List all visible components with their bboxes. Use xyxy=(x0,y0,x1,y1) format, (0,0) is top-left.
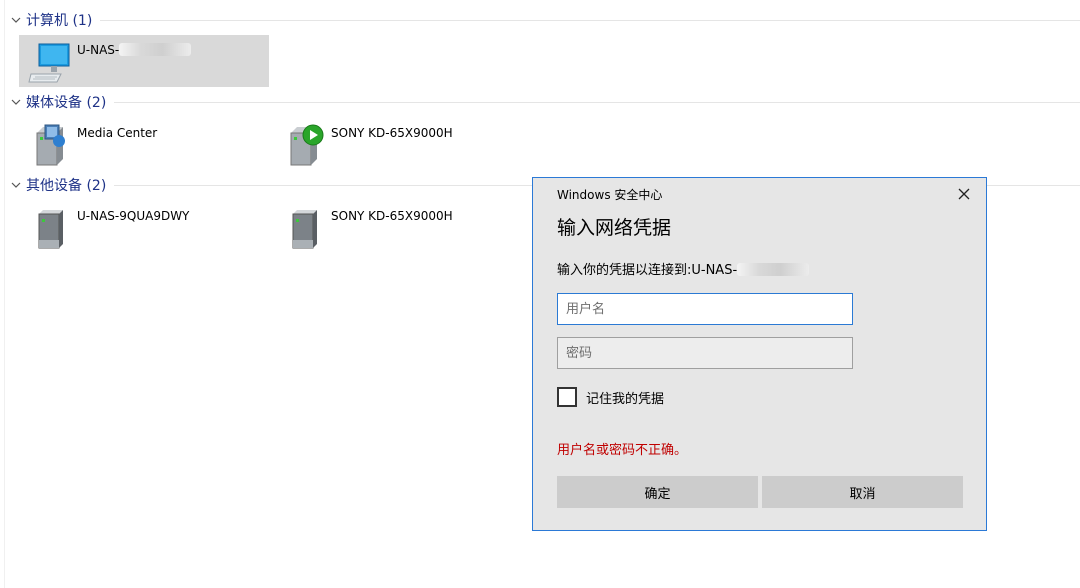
close-icon[interactable] xyxy=(954,184,974,204)
group-title: 媒体设备 (2) xyxy=(26,95,107,111)
dialog-prompt: 输入你的凭据以连接到:U-NAS- xyxy=(557,259,810,278)
password-input[interactable] xyxy=(557,337,853,369)
device-item-media-center[interactable]: Media Center xyxy=(19,118,269,170)
window-left-edge xyxy=(0,0,5,588)
device-label: U-NAS- xyxy=(77,43,192,57)
redacted-text xyxy=(119,43,192,56)
group-header-computers[interactable]: 计算机 (1) xyxy=(10,10,1080,30)
device-item-computer[interactable]: U-NAS- xyxy=(19,35,269,87)
device-item-sony-tv-other[interactable]: SONY KD-65X9000H xyxy=(273,201,523,253)
media-renderer-play-icon xyxy=(290,124,324,166)
device-label: SONY KD-65X9000H xyxy=(331,209,453,223)
cancel-button[interactable]: 取消 xyxy=(762,476,963,508)
group-divider xyxy=(114,102,1080,103)
ok-button[interactable]: 确定 xyxy=(557,476,758,508)
device-label: Media Center xyxy=(77,126,158,140)
chevron-down-icon[interactable] xyxy=(10,179,22,191)
remember-credentials-checkbox[interactable] xyxy=(557,387,577,407)
redacted-text xyxy=(737,263,810,276)
username-input[interactable] xyxy=(557,293,853,325)
device-item-sony-tv-media[interactable]: SONY KD-65X9000H xyxy=(273,118,523,170)
network-device-icon xyxy=(38,210,63,249)
error-message: 用户名或密码不正确。 xyxy=(557,443,688,458)
group-title: 计算机 (1) xyxy=(26,13,93,29)
dialog-caption: Windows 安全中心 xyxy=(557,188,663,202)
dialog-heading: 输入网络凭据 xyxy=(557,217,672,239)
computer-monitor-icon xyxy=(28,43,70,83)
device-label: SONY KD-65X9000H xyxy=(331,126,453,140)
group-divider xyxy=(100,20,1080,21)
network-device-icon xyxy=(292,210,317,249)
chevron-down-icon[interactable] xyxy=(10,96,22,108)
group-header-media-devices[interactable]: 媒体设备 (2) xyxy=(10,92,1080,112)
chevron-down-icon[interactable] xyxy=(10,14,22,26)
media-center-server-icon xyxy=(36,124,65,166)
device-label: U-NAS-9QUA9DWY xyxy=(77,209,190,223)
device-item-u-nas[interactable]: U-NAS-9QUA9DWY xyxy=(19,201,269,253)
remember-credentials-label[interactable]: 记住我的凭据 xyxy=(586,388,664,407)
group-title: 其他设备 (2) xyxy=(26,178,107,194)
credentials-dialog: Windows 安全中心 输入网络凭据 输入你的凭据以连接到:U-NAS- 记住… xyxy=(532,177,987,531)
